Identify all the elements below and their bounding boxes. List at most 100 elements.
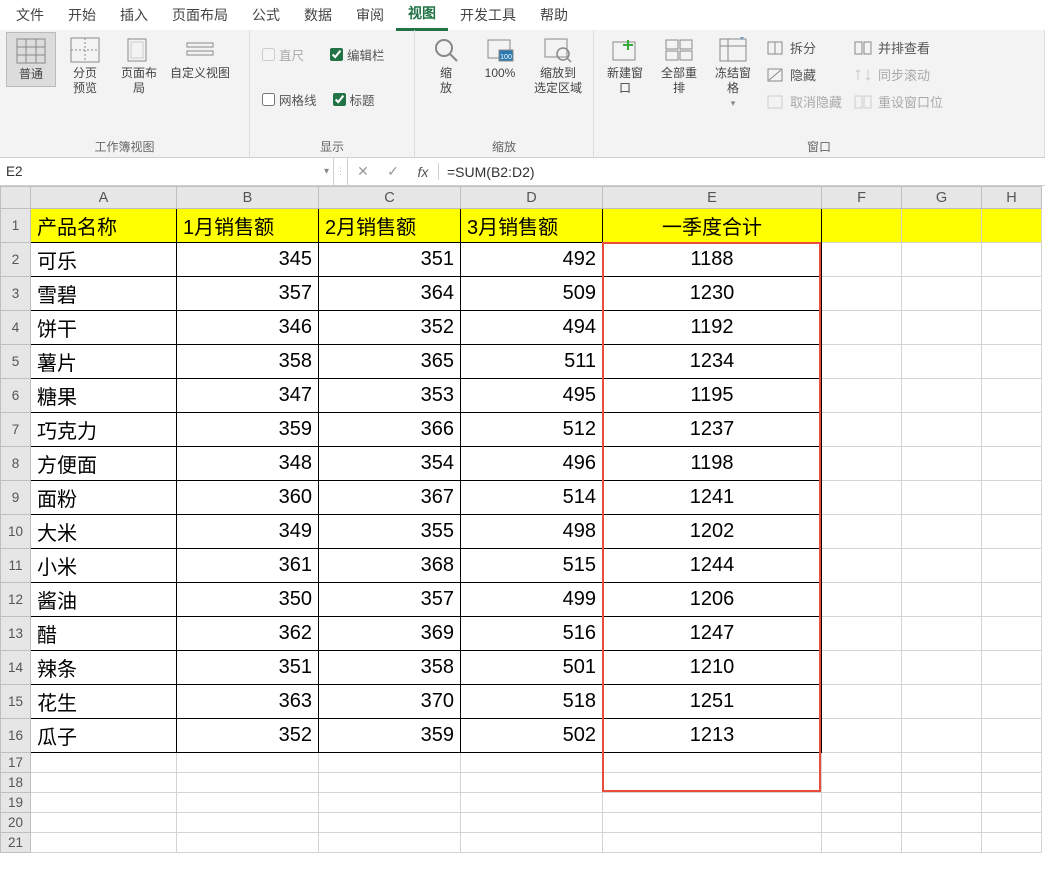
cell[interactable]: 369 <box>319 617 461 651</box>
cell[interactable] <box>982 413 1042 447</box>
cell[interactable] <box>982 651 1042 685</box>
cell[interactable] <box>319 833 461 853</box>
row-header[interactable]: 20 <box>1 813 31 833</box>
cell[interactable] <box>902 833 982 853</box>
cell-total[interactable]: 1198 <box>603 447 822 481</box>
zoom-button[interactable]: 缩 放 <box>421 32 471 100</box>
headings-checkbox[interactable]: 标题 <box>327 87 381 112</box>
cell[interactable]: 363 <box>177 685 319 719</box>
cell-total[interactable]: 1188 <box>603 243 822 277</box>
cell[interactable]: 饼干 <box>31 311 177 345</box>
cell[interactable] <box>982 773 1042 793</box>
row-header[interactable]: 14 <box>1 651 31 685</box>
hide-button[interactable]: 隐藏 <box>764 63 844 86</box>
cell[interactable] <box>461 833 603 853</box>
cell[interactable] <box>822 813 902 833</box>
cell[interactable] <box>982 719 1042 753</box>
cell[interactable]: 349 <box>177 515 319 549</box>
column-header-G[interactable]: G <box>902 187 982 209</box>
cell[interactable]: 511 <box>461 345 603 379</box>
cell[interactable]: 可乐 <box>31 243 177 277</box>
cell[interactable] <box>982 209 1042 243</box>
cell[interactable]: 357 <box>319 583 461 617</box>
cell[interactable]: 512 <box>461 413 603 447</box>
cell[interactable] <box>822 447 902 481</box>
cell-total[interactable]: 1206 <box>603 583 822 617</box>
row-header[interactable]: 17 <box>1 753 31 773</box>
header-cell[interactable]: 3月销售额 <box>461 209 603 243</box>
cell[interactable]: 492 <box>461 243 603 277</box>
cell[interactable] <box>461 793 603 813</box>
cell[interactable]: 355 <box>319 515 461 549</box>
cell[interactable] <box>319 793 461 813</box>
cell[interactable] <box>822 685 902 719</box>
cell[interactable] <box>822 719 902 753</box>
drag-handle-icon[interactable]: ⋮ <box>334 158 348 185</box>
cell[interactable] <box>822 833 902 853</box>
cell[interactable]: 502 <box>461 719 603 753</box>
row-header[interactable]: 5 <box>1 345 31 379</box>
cell[interactable] <box>902 243 982 277</box>
cell[interactable] <box>461 813 603 833</box>
cell[interactable] <box>822 793 902 813</box>
cell[interactable]: 346 <box>177 311 319 345</box>
cell[interactable] <box>902 813 982 833</box>
header-cell[interactable]: 产品名称 <box>31 209 177 243</box>
cell[interactable] <box>902 549 982 583</box>
cell[interactable] <box>982 617 1042 651</box>
cell[interactable] <box>982 481 1042 515</box>
menu-item-2[interactable]: 插入 <box>108 0 160 30</box>
cell[interactable]: 368 <box>319 549 461 583</box>
cell[interactable] <box>902 345 982 379</box>
cell[interactable] <box>822 651 902 685</box>
cell[interactable] <box>902 515 982 549</box>
menu-item-4[interactable]: 公式 <box>240 0 292 30</box>
cell[interactable]: 352 <box>319 311 461 345</box>
cell[interactable]: 352 <box>177 719 319 753</box>
row-header[interactable]: 8 <box>1 447 31 481</box>
cell[interactable] <box>319 813 461 833</box>
cell-total[interactable]: 1244 <box>603 549 822 583</box>
zoom-100-button[interactable]: 100 100% <box>475 32 525 85</box>
cell[interactable] <box>982 793 1042 813</box>
cell[interactable]: 方便面 <box>31 447 177 481</box>
cell[interactable] <box>982 311 1042 345</box>
cell-total[interactable]: 1241 <box>603 481 822 515</box>
chevron-down-icon[interactable]: ▾ <box>324 166 329 177</box>
menu-item-3[interactable]: 页面布局 <box>160 0 240 30</box>
cell[interactable] <box>31 793 177 813</box>
cell[interactable] <box>902 413 982 447</box>
select-all-corner[interactable] <box>1 187 31 209</box>
cell[interactable]: 498 <box>461 515 603 549</box>
cell[interactable] <box>822 311 902 345</box>
cell[interactable] <box>982 549 1042 583</box>
gridlines-checkbox[interactable]: 网格线 <box>256 87 323 112</box>
cell[interactable] <box>902 719 982 753</box>
header-cell[interactable]: 1月销售额 <box>177 209 319 243</box>
cell[interactable] <box>982 583 1042 617</box>
cell[interactable]: 醋 <box>31 617 177 651</box>
headings-check-input[interactable] <box>333 93 346 106</box>
cell[interactable]: 358 <box>319 651 461 685</box>
cell[interactable] <box>822 753 902 773</box>
cell[interactable]: 花生 <box>31 685 177 719</box>
cell[interactable] <box>822 617 902 651</box>
cell-total[interactable]: 1237 <box>603 413 822 447</box>
cell[interactable]: 巧克力 <box>31 413 177 447</box>
cell-total[interactable]: 1251 <box>603 685 822 719</box>
view-custom-button[interactable]: 自定义视图 <box>168 32 232 85</box>
cell[interactable]: 345 <box>177 243 319 277</box>
cell[interactable]: 362 <box>177 617 319 651</box>
row-header[interactable]: 9 <box>1 481 31 515</box>
view-normal-button[interactable]: 普通 <box>6 32 56 87</box>
cell-total[interactable]: 1234 <box>603 345 822 379</box>
arrange-button[interactable]: 全部重排 <box>654 32 704 100</box>
cell[interactable] <box>902 379 982 413</box>
cell[interactable] <box>31 753 177 773</box>
cell-total[interactable]: 1247 <box>603 617 822 651</box>
column-header-E[interactable]: E <box>603 187 822 209</box>
cell[interactable] <box>982 277 1042 311</box>
cell[interactable]: 357 <box>177 277 319 311</box>
cell[interactable] <box>982 243 1042 277</box>
cell[interactable] <box>902 481 982 515</box>
